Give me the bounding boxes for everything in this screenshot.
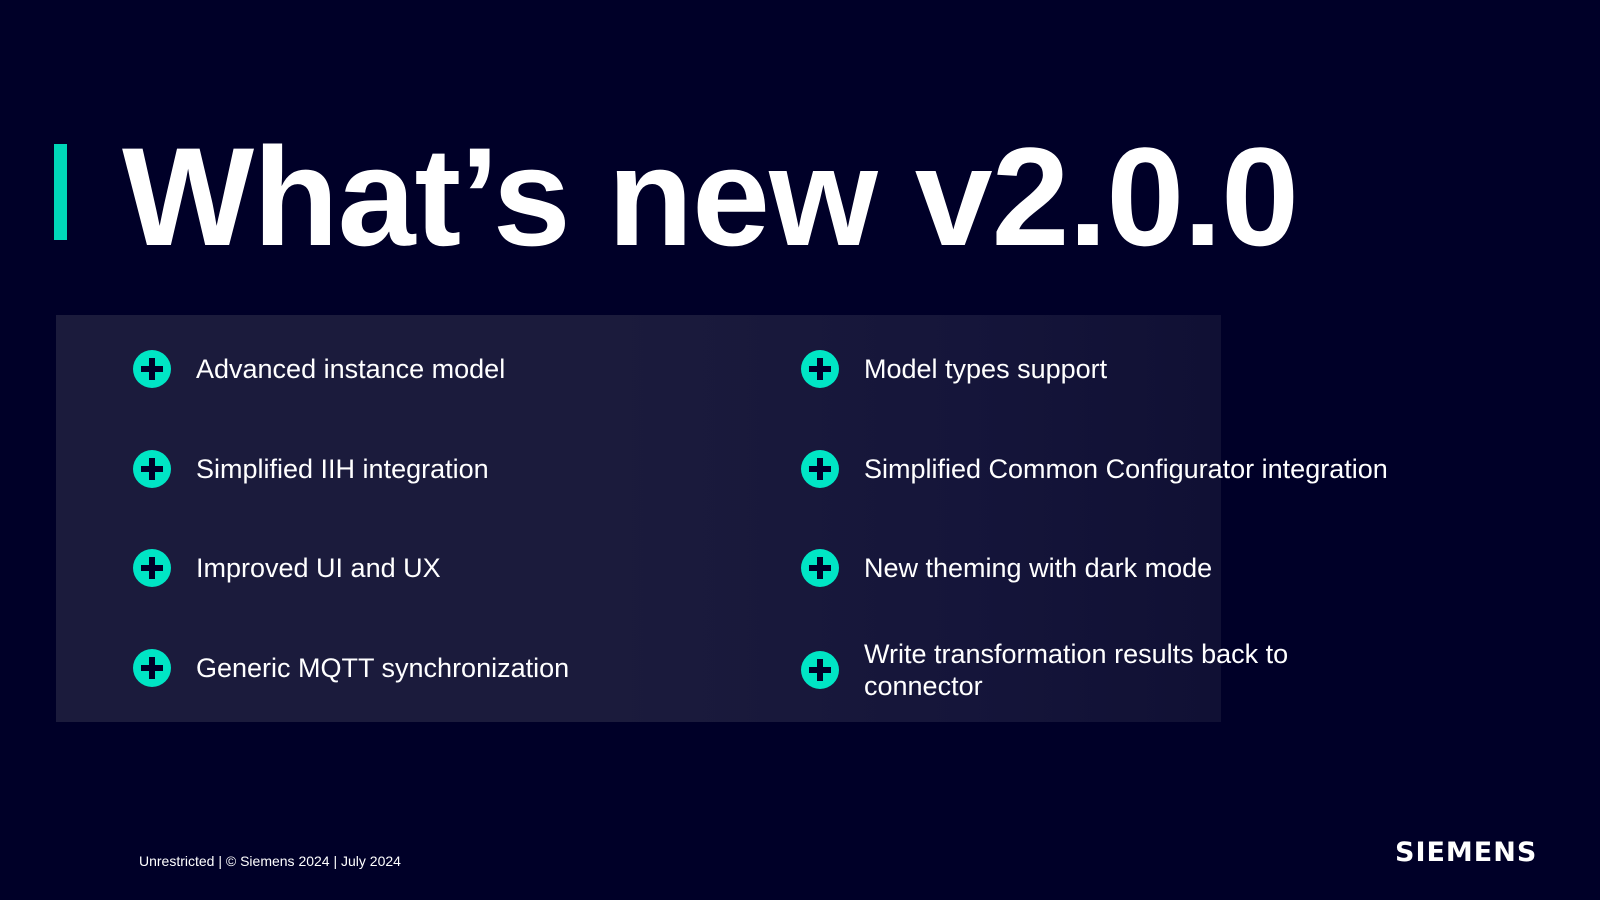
plus-circle-icon [132, 548, 172, 588]
feature-label: Simplified IIH integration [196, 454, 489, 484]
feature-label: Improved UI and UX [196, 553, 441, 583]
plus-circle-icon [800, 548, 840, 588]
feature-item: Improved UI and UX [132, 548, 441, 588]
title-accent-bar [54, 144, 67, 240]
slide-title: What’s new v2.0.0 [122, 118, 1299, 275]
feature-label: Simplified Common Configurator integrati… [864, 454, 1388, 484]
feature-item: Advanced instance model [132, 349, 505, 389]
feature-label: Model types support [864, 354, 1108, 384]
plus-circle-icon [800, 449, 840, 489]
plus-circle-icon [132, 648, 172, 688]
feature-label: New theming with dark mode [864, 553, 1213, 583]
feature-label: Write transformation results back to con… [864, 639, 1289, 701]
feature-item: New theming with dark mode [800, 548, 1212, 588]
slide: What’s new v2.0.0 Advanced instance mode… [0, 0, 1600, 900]
feature-label: Generic MQTT synchronization [196, 653, 570, 683]
footer-text: Unrestricted | © Siemens 2024 | July 202… [139, 853, 401, 869]
plus-circle-icon [800, 349, 840, 389]
feature-item: Write transformation results back to con… [800, 638, 1334, 702]
feature-item: Simplified IIH integration [132, 449, 489, 489]
plus-circle-icon [132, 449, 172, 489]
plus-circle-icon [132, 349, 172, 389]
feature-item: Simplified Common Configurator integrati… [800, 449, 1388, 489]
plus-circle-icon [800, 650, 840, 690]
siemens-logo: SIEMENS [1395, 837, 1538, 868]
feature-item: Generic MQTT synchronization [132, 648, 569, 688]
feature-label: Advanced instance model [196, 354, 506, 384]
feature-item: Model types support [800, 349, 1107, 389]
